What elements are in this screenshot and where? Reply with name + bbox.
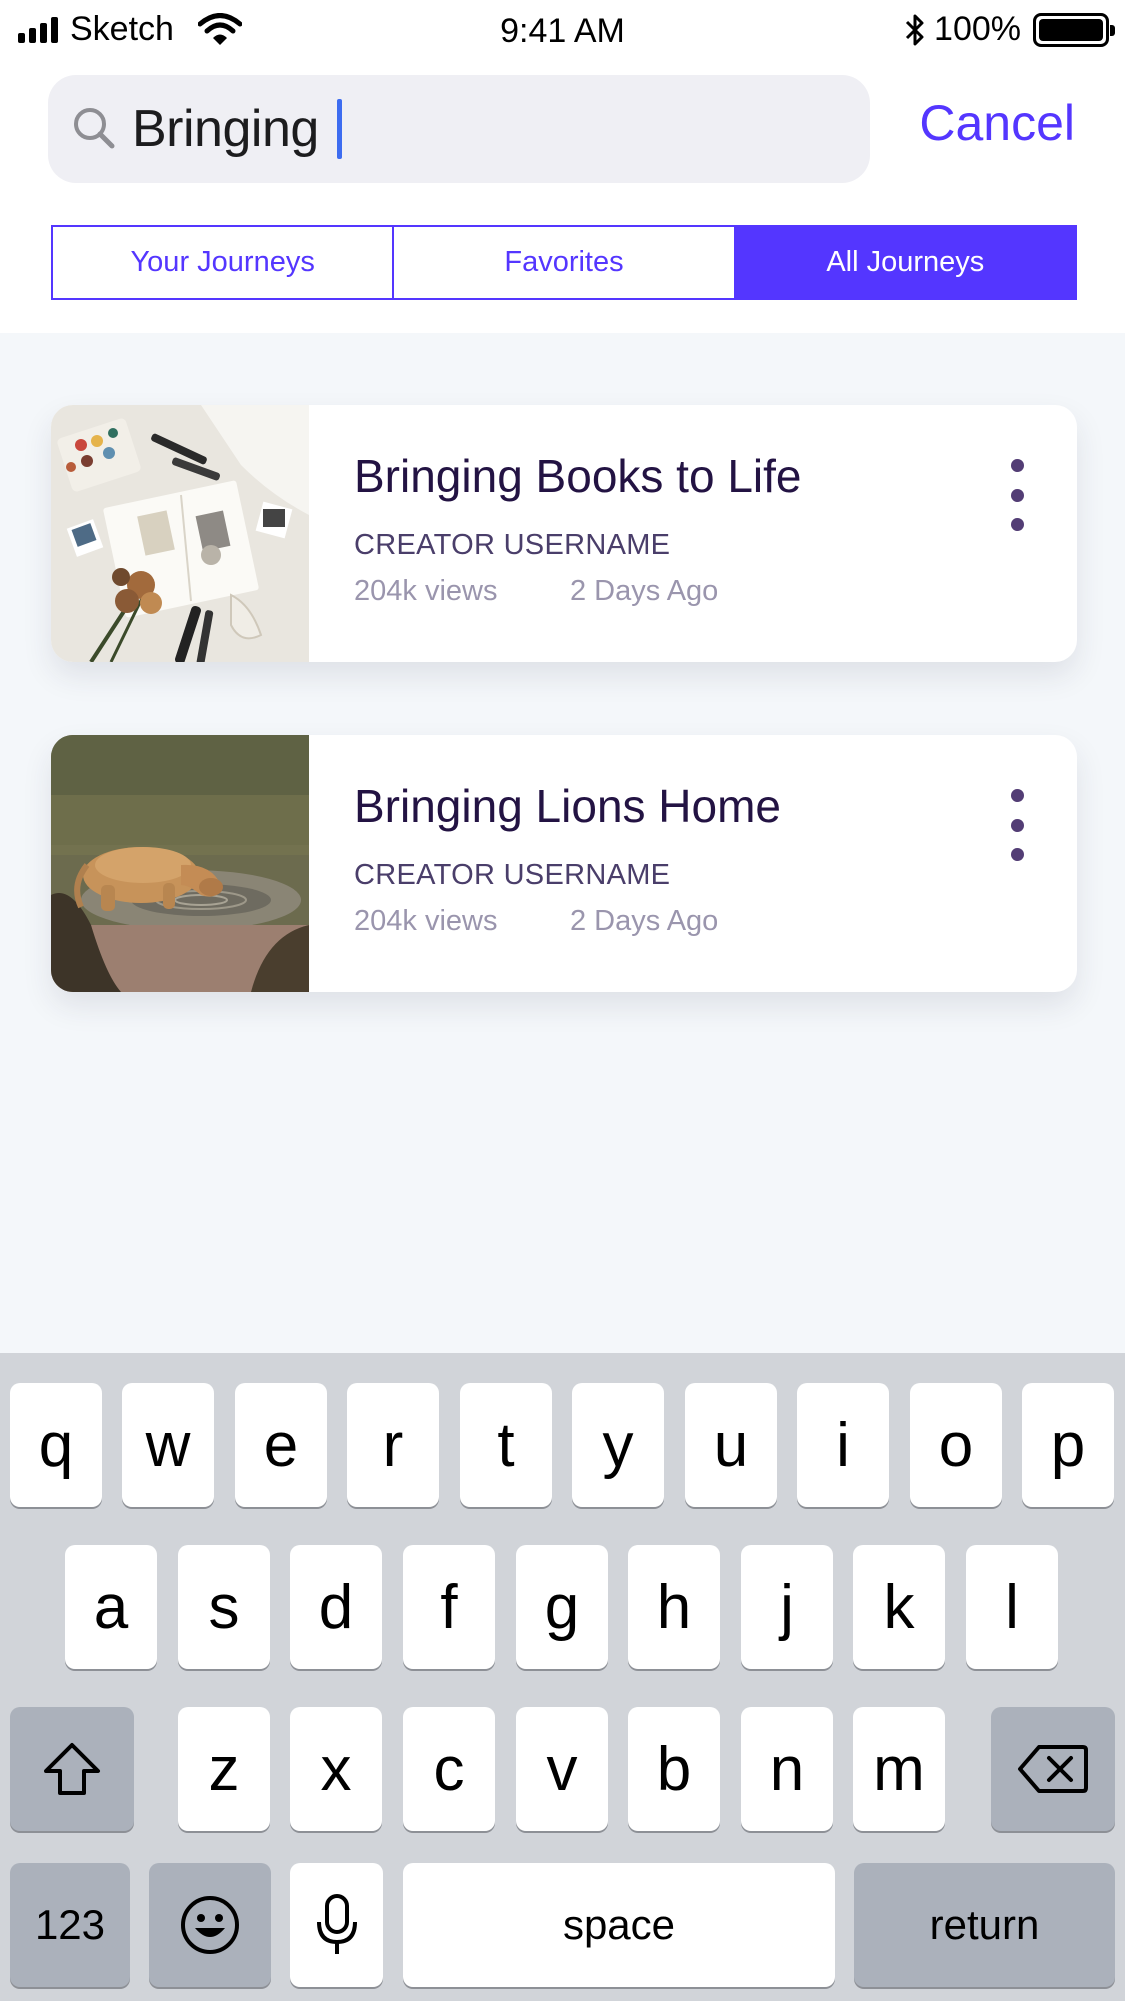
backspace-icon: [1018, 1745, 1088, 1793]
dictation-key[interactable]: [290, 1863, 383, 1987]
result-card[interactable]: Bringing Books to Life CREATOR USERNAME …: [51, 405, 1077, 662]
key-k[interactable]: k: [853, 1545, 945, 1669]
result-date: 2 Days Ago: [570, 575, 719, 607]
bluetooth-icon: [905, 14, 924, 45]
key-a[interactable]: a: [65, 1545, 157, 1669]
key-p[interactable]: p: [1022, 1383, 1114, 1507]
onscreen-keyboard: q w e r t y u i o p a s d f g h j k l z …: [0, 1353, 1125, 2001]
shift-key[interactable]: [10, 1707, 134, 1831]
key-s[interactable]: s: [178, 1545, 270, 1669]
key-o[interactable]: o: [910, 1383, 1002, 1507]
tab-your-journeys[interactable]: Your Journeys: [53, 227, 395, 298]
search-results: Bringing Books to Life CREATOR USERNAME …: [0, 333, 1125, 1353]
key-t[interactable]: t: [460, 1383, 552, 1507]
search-query[interactable]: Bringing: [132, 99, 319, 159]
key-d[interactable]: d: [290, 1545, 382, 1669]
status-bar: Sketch 9:41 AM 100%: [0, 0, 1125, 62]
result-views: 204k views: [354, 575, 498, 607]
key-e[interactable]: e: [235, 1383, 327, 1507]
key-y[interactable]: y: [572, 1383, 664, 1507]
result-thumbnail: [51, 405, 309, 662]
key-r[interactable]: r: [347, 1383, 439, 1507]
search-icon: [74, 108, 115, 149]
result-views: 204k views: [354, 905, 498, 937]
search-input[interactable]: Bringing: [48, 75, 870, 183]
key-l[interactable]: l: [966, 1545, 1058, 1669]
emoji-key[interactable]: [149, 1863, 271, 1987]
key-j[interactable]: j: [741, 1545, 833, 1669]
battery-percent: 100%: [934, 10, 1021, 48]
cancel-button[interactable]: Cancel: [919, 94, 1075, 152]
result-thumbnail: [51, 735, 309, 992]
key-n[interactable]: n: [741, 1707, 833, 1831]
return-key[interactable]: return: [854, 1863, 1115, 1987]
result-card[interactable]: Bringing Lions Home CREATOR USERNAME 204…: [51, 735, 1077, 992]
key-w[interactable]: w: [122, 1383, 214, 1507]
key-v[interactable]: v: [516, 1707, 608, 1831]
key-h[interactable]: h: [628, 1545, 720, 1669]
key-i[interactable]: i: [797, 1383, 889, 1507]
tab-favorites[interactable]: Favorites: [394, 227, 736, 298]
result-creator: CREATOR USERNAME: [354, 529, 671, 561]
key-g[interactable]: g: [516, 1545, 608, 1669]
text-cursor: [336, 99, 342, 159]
key-z[interactable]: z: [178, 1707, 270, 1831]
result-creator: CREATOR USERNAME: [354, 859, 671, 891]
shift-arrow-icon: [44, 1743, 100, 1795]
key-q[interactable]: q: [10, 1383, 102, 1507]
key-u[interactable]: u: [685, 1383, 777, 1507]
delete-key[interactable]: [991, 1707, 1115, 1831]
more-options-icon[interactable]: [1005, 789, 1029, 861]
key-x[interactable]: x: [290, 1707, 382, 1831]
key-b[interactable]: b: [628, 1707, 720, 1831]
emoji-icon: [181, 1896, 239, 1954]
tab-all-journeys[interactable]: All Journeys: [735, 227, 1075, 298]
journey-filter-tabs: Your Journeys Favorites All Journeys: [51, 225, 1077, 300]
battery-icon: [1033, 12, 1115, 47]
microphone-icon: [316, 1894, 357, 1954]
key-m[interactable]: m: [853, 1707, 945, 1831]
key-c[interactable]: c: [403, 1707, 495, 1831]
status-bar-right: 100%: [902, 10, 1115, 49]
key-f[interactable]: f: [403, 1545, 495, 1669]
numbers-key[interactable]: 123: [10, 1863, 130, 1987]
result-title: Bringing Books to Life: [354, 450, 802, 502]
more-options-icon[interactable]: [1005, 459, 1029, 531]
result-date: 2 Days Ago: [570, 905, 719, 937]
space-key[interactable]: space: [403, 1863, 835, 1987]
result-title: Bringing Lions Home: [354, 780, 782, 832]
